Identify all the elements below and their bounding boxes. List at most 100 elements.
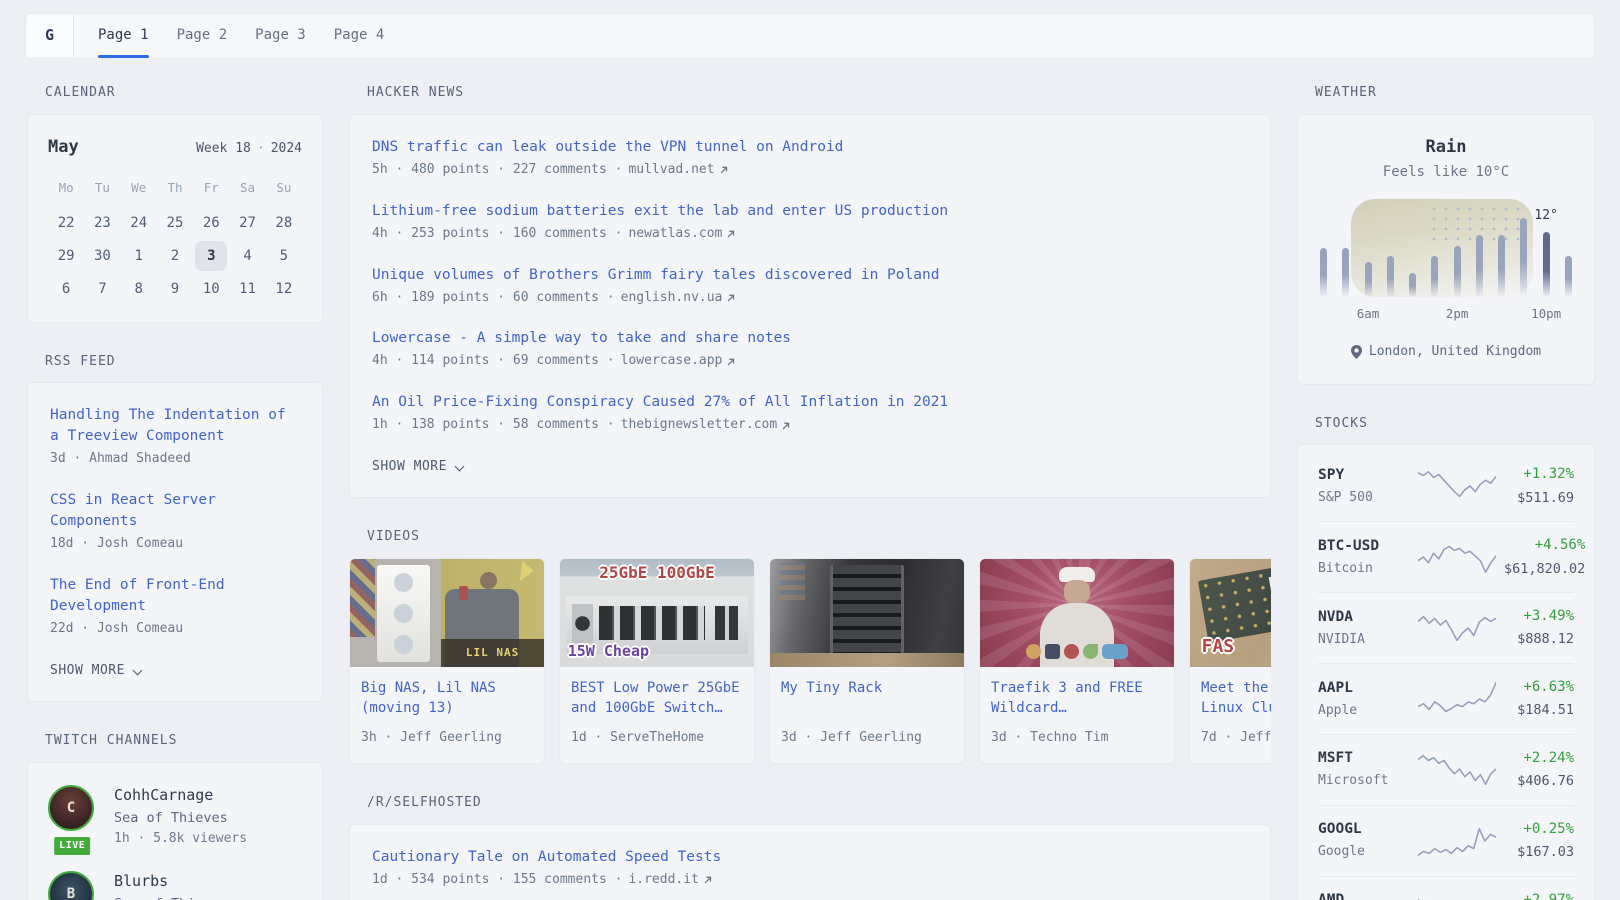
weather-bar-fill	[1476, 235, 1483, 297]
hn-item-source-link[interactable]: english.nv.ua	[621, 289, 737, 308]
rss-item-title[interactable]: Handling The Indentation of a Treeview C…	[50, 405, 300, 447]
video-thumbnail[interactable]	[980, 559, 1174, 667]
hn-item-source-link[interactable]: thebignewsletter.com	[621, 416, 792, 435]
stocks-card: SPY S&P 500 +1.32% $511.69 BTC-USD Bitco…	[1297, 444, 1595, 900]
chevron-down-icon	[133, 665, 143, 675]
rss-item-title[interactable]: CSS in React Server Components	[50, 490, 300, 532]
section-title-weather: WEATHER	[1315, 84, 1595, 103]
dashboard: CALENDAR May Week 18·2024 MoTuWeThFrSaSu…	[27, 84, 1596, 900]
video-card[interactable]: My Tiny Rack 3d · Jeff Geerling	[769, 558, 965, 764]
calendar-day: 1	[123, 241, 155, 271]
hn-item-stats: 4h · 253 points · 160 comments ·	[372, 225, 622, 244]
stock-change: +2.97%	[1504, 890, 1574, 900]
tab-page-2[interactable]: Page 2	[177, 14, 228, 57]
logo[interactable]: G	[26, 14, 74, 57]
rss-item: CSS in React Server Components 18d · Jos…	[50, 490, 300, 554]
video-card[interactable]: FAS Meet the new Linux Cluster 7d · Jeff…	[1189, 558, 1271, 764]
calendar-day: 29	[50, 241, 82, 271]
hn-item-title[interactable]: DNS traffic can leak outside the VPN tun…	[372, 137, 1248, 158]
tab-page-1[interactable]: Page 1	[98, 14, 149, 57]
calendar-day: 7	[86, 274, 118, 304]
hn-item-source-link[interactable]: newatlas.com	[628, 225, 736, 244]
hackernews-section: HACKER NEWS DNS traffic can leak outside…	[349, 84, 1271, 498]
rss-item-title[interactable]: The End of Front-End Development	[50, 575, 300, 617]
video-title[interactable]: My Tiny Rack	[781, 678, 953, 720]
hn-item-meta: 5h · 480 points · 227 comments · mullvad…	[372, 161, 1248, 180]
rss-item-meta: 18d · Josh Comeau	[50, 535, 300, 554]
stock-sparkline	[1418, 538, 1496, 576]
stock-id: BTC-USD Bitcoin	[1318, 536, 1410, 579]
video-card[interactable]: 25GbE 100GbE 15W Cheap BEST Low Power 25…	[559, 558, 755, 764]
hn-item-stats: 1h · 138 points · 58 comments ·	[372, 416, 615, 435]
stock-name: Apple	[1318, 702, 1410, 721]
stock-row[interactable]: AMD AMD +2.97% $150.50	[1318, 876, 1574, 900]
hn-item-source-link[interactable]: mullvad.net	[628, 161, 728, 180]
hn-item-title[interactable]: Lowercase - A simple way to take and sha…	[372, 328, 1248, 349]
source-domain: english.nv.ua	[621, 289, 723, 308]
show-more-button[interactable]: SHOW MORE	[372, 456, 463, 481]
twitch-channel[interactable]: C LIVE CohhCarnage Sea of Thieves 1h · 5…	[48, 785, 302, 849]
calendar-weekday-row: MoTuWeThFrSaSu	[48, 179, 302, 197]
hn-item-source-link[interactable]: lowercase.app	[621, 352, 737, 371]
hn-item-title[interactable]: Lithium-free sodium batteries exit the l…	[372, 201, 1248, 222]
external-link-icon	[726, 357, 736, 367]
logo-letter: G	[45, 25, 54, 47]
reddit-item-title[interactable]: Cautionary Tale on Automated Speed Tests	[372, 847, 1248, 868]
rss-item: Handling The Indentation of a Treeview C…	[50, 405, 300, 469]
weather-bar-fill	[1565, 256, 1572, 297]
section-title-rss: RSS FEED	[45, 353, 323, 372]
tab-page-3[interactable]: Page 3	[255, 14, 306, 57]
calendar-month: May	[48, 135, 79, 160]
stock-change: +6.63%	[1504, 677, 1574, 697]
server-rack-art	[830, 565, 904, 653]
video-card[interactable]: LIL NAS Big NAS, Lil NAS (moving 13) 3h …	[349, 558, 545, 764]
stock-row[interactable]: MSFT Microsoft +2.24% $406.76	[1318, 734, 1574, 805]
video-thumbnail[interactable]	[770, 559, 964, 667]
video-meta: 7d · Jeff Geerling	[1201, 729, 1271, 748]
time-label: 6am	[1357, 305, 1380, 323]
stock-row[interactable]: SPY S&P 500 +1.32% $511.69	[1318, 451, 1574, 521]
stock-row[interactable]: NVDA NVIDIA +3.49% $888.12	[1318, 592, 1574, 663]
video-title[interactable]: Traefik 3 and FREE Wildcard…	[991, 678, 1163, 720]
channel-name[interactable]: Blurbs	[114, 871, 239, 893]
reddit-item-source-link[interactable]: i.redd.it	[628, 871, 712, 890]
channel-name[interactable]: CohhCarnage	[114, 785, 247, 807]
live-badge: LIVE	[52, 835, 92, 857]
stock-change: +3.49%	[1504, 606, 1574, 626]
source-domain: mullvad.net	[628, 161, 714, 180]
video-title[interactable]: Meet the new Linux Cluster	[1201, 678, 1271, 720]
video-thumbnail[interactable]: 25GbE 100GbE 15W Cheap	[560, 559, 754, 667]
video-thumbnail[interactable]: FAS	[1190, 559, 1271, 667]
video-title[interactable]: BEST Low Power 25GbE and 100GbE Switch…	[571, 678, 743, 720]
calendar-day: 30	[86, 241, 118, 271]
video-title[interactable]: Big NAS, Lil NAS (moving 13)	[361, 678, 533, 720]
stock-row[interactable]: AAPL Apple +6.63% $184.51	[1318, 663, 1574, 734]
hackernews-card: DNS traffic can leak outside the VPN tun…	[349, 114, 1271, 498]
weather-bar-fill	[1454, 246, 1461, 297]
video-card[interactable]: Traefik 3 and FREE Wildcard… 3d · Techno…	[979, 558, 1175, 764]
stock-row[interactable]: GOOGL Google +0.25% $167.03	[1318, 805, 1574, 876]
show-more-button[interactable]: SHOW MORE	[50, 660, 141, 685]
stock-name: Bitcoin	[1318, 560, 1410, 579]
weather-bar-fill	[1365, 262, 1372, 297]
hn-item-title[interactable]: Unique volumes of Brothers Grimm fairy t…	[372, 265, 1248, 286]
tab-page-4[interactable]: Page 4	[334, 14, 385, 57]
video-thumbnail[interactable]: LIL NAS	[350, 559, 544, 667]
drink-can-art	[459, 586, 468, 600]
calendar-day-grid: 222324252627282930123456789101112	[48, 208, 302, 304]
hn-item: Unique volumes of Brothers Grimm fairy t…	[372, 265, 1248, 308]
twitch-card: C LIVE CohhCarnage Sea of Thieves 1h · 5…	[27, 762, 323, 900]
section-title-selfhosted: /R/SELFHOSTED	[367, 794, 1271, 813]
calendar-day: 5	[268, 241, 300, 271]
twitch-channel[interactable]: B LIVE Blurbs Sea of Thieves 1h · 277 vi…	[48, 871, 302, 900]
stock-sparkline	[1418, 822, 1496, 860]
hn-item-title[interactable]: An Oil Price-Fixing Conspiracy Caused 27…	[372, 392, 1248, 413]
calendar-year: 2024	[271, 141, 302, 156]
video-meta: 3h · Jeff Geerling	[361, 729, 533, 748]
time-label: 10pm	[1531, 305, 1561, 323]
twitch-section: TWITCH CHANNELS C LIVE CohhCarnage Sea o…	[27, 732, 323, 900]
weather-bars: 6am2pm12°10pm	[1320, 199, 1572, 297]
channel-info: CohhCarnage Sea of Thieves 1h · 5.8k vie…	[114, 785, 247, 849]
calendar-day: 9	[159, 274, 191, 304]
stock-row[interactable]: BTC-USD Bitcoin +4.56% $61,820.02	[1318, 521, 1574, 592]
